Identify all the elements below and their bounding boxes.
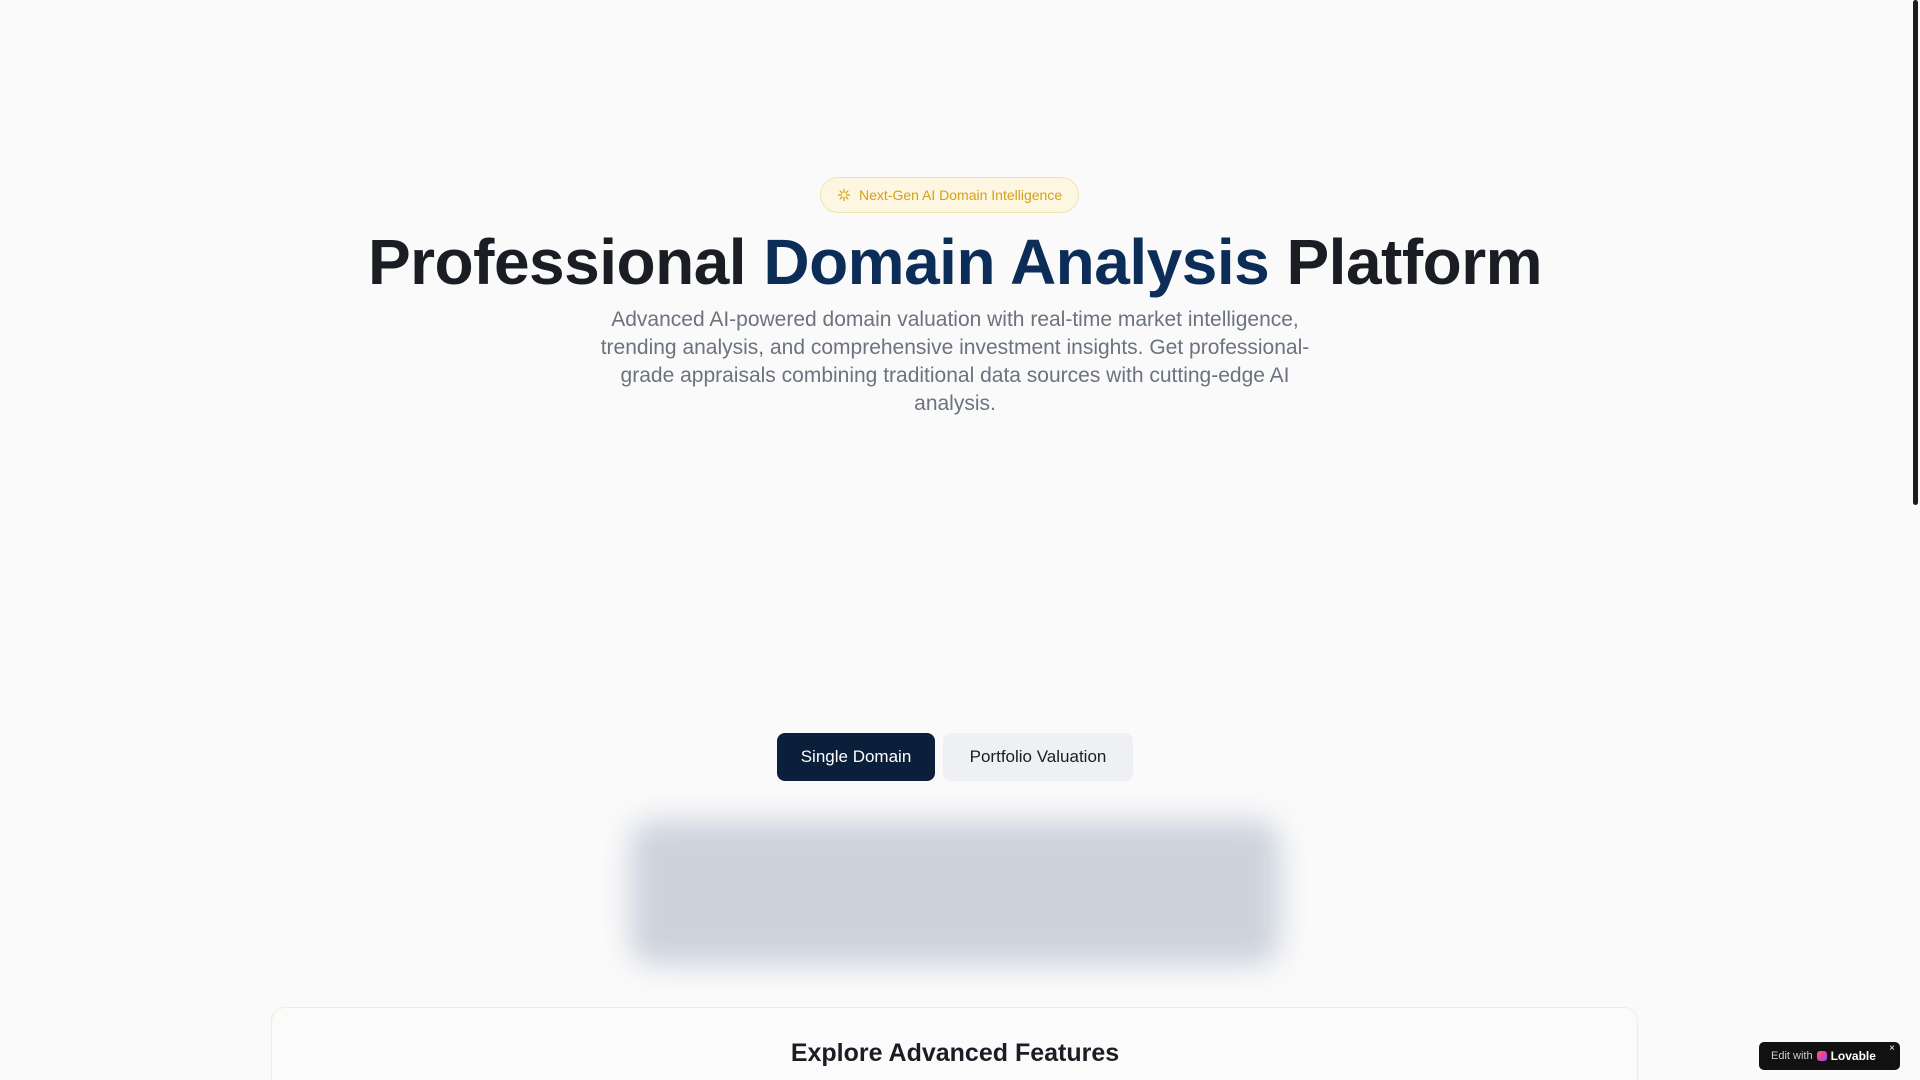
features-title: Explore Advanced Features xyxy=(790,1039,1120,1067)
domain-input-card-loading xyxy=(630,820,1280,965)
badge-label: Next-Gen AI Domain Intelligence xyxy=(859,187,1063,203)
edit-with-lovable-badge[interactable]: Edit with Lovable × xyxy=(1759,1042,1900,1070)
page-title: Professional Domain Analysis Platform xyxy=(0,222,1910,302)
close-icon[interactable]: × xyxy=(1889,1043,1895,1054)
scrollbar-track[interactable] xyxy=(1912,0,1920,1080)
page: Next-Gen AI Domain Intelligence Professi… xyxy=(0,0,1920,1080)
hero-badge: Next-Gen AI Domain Intelligence xyxy=(820,177,1080,213)
hero-subtitle: Advanced AI-powered domain valuation wit… xyxy=(600,308,1310,415)
title-prefix: Professional xyxy=(367,226,764,298)
tab-single-domain[interactable]: Single Domain xyxy=(777,733,935,781)
tab-portfolio-valuation[interactable]: Portfolio Valuation xyxy=(943,733,1133,781)
sparkles-icon xyxy=(837,188,851,202)
lovable-brand-label: Lovable xyxy=(1830,1049,1876,1063)
scrollbar-thumb[interactable] xyxy=(1913,0,1918,505)
edit-with-label: Edit with xyxy=(1771,1050,1813,1062)
title-accent: Domain Analysis xyxy=(763,226,1270,298)
title-suffix: Platform xyxy=(1269,226,1543,298)
lovable-logo-icon xyxy=(1816,1051,1827,1061)
valuation-mode-tabs: Single Domain Portfolio Valuation xyxy=(777,733,1133,781)
